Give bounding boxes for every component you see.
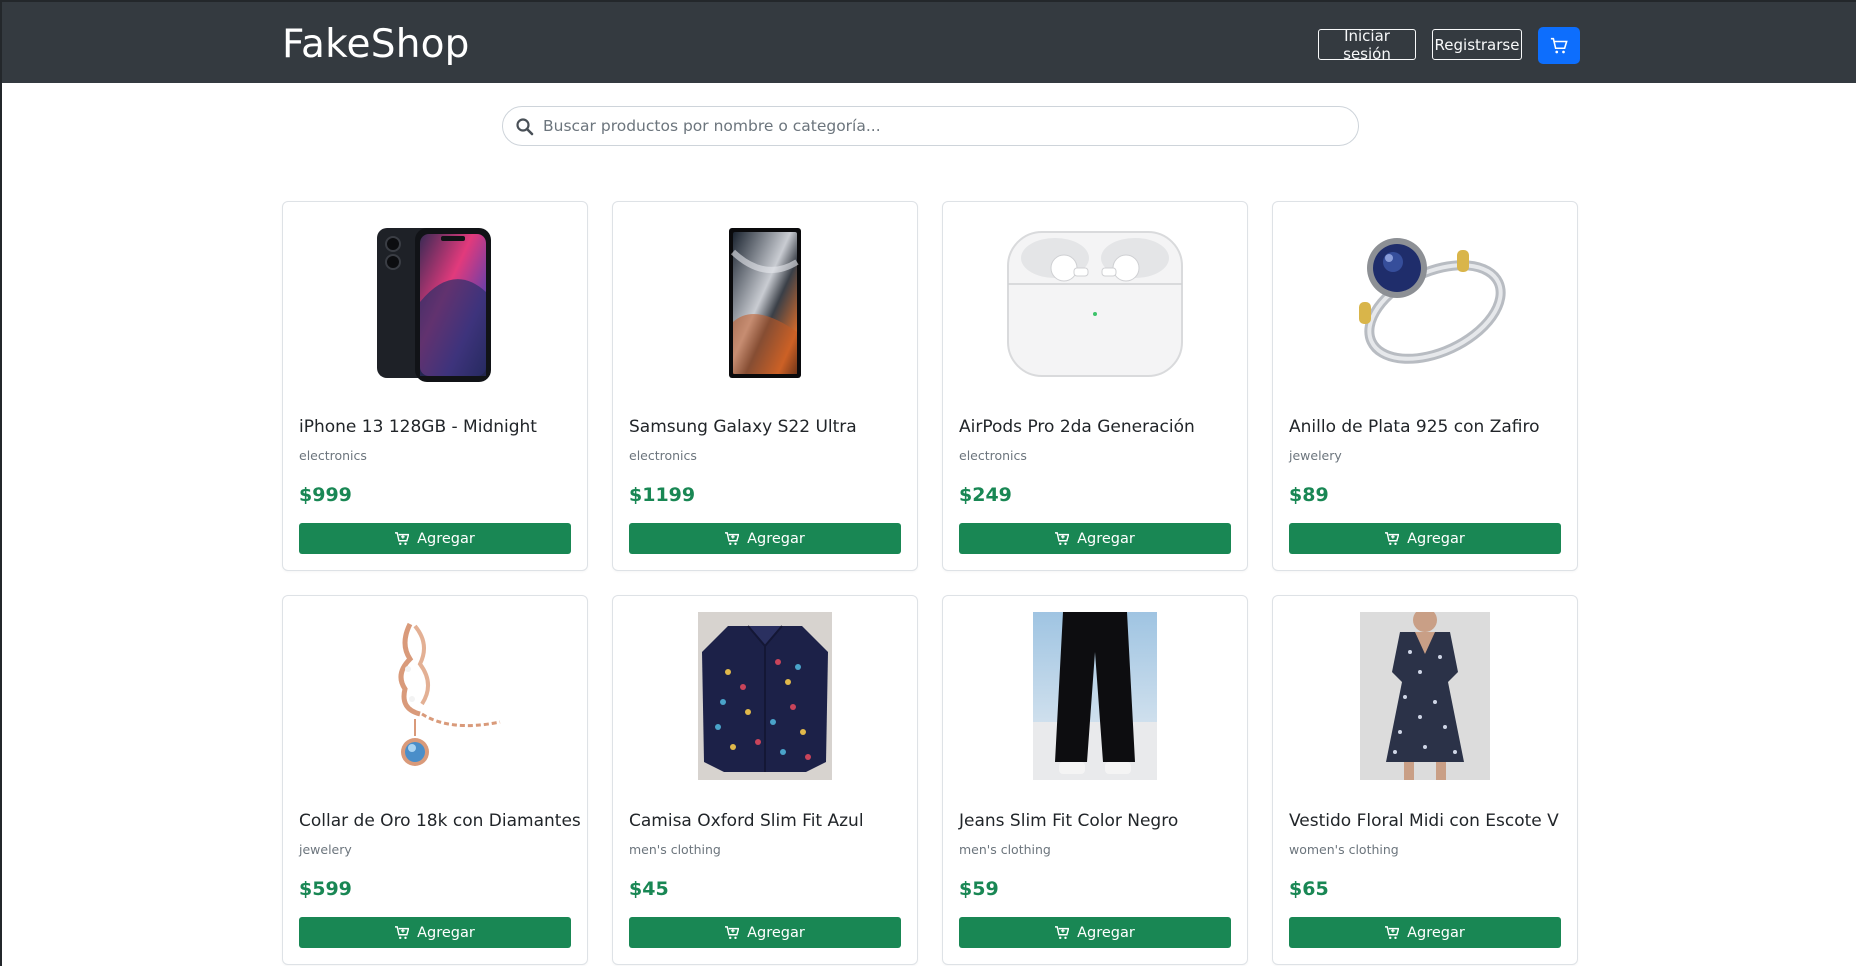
dress-image xyxy=(1360,612,1490,780)
product-image[interactable] xyxy=(299,218,571,386)
product-title[interactable]: Vestido Floral Midi con Escote V xyxy=(1289,811,1559,831)
product-title[interactable]: Anillo de Plata 925 con Zafiro xyxy=(1289,417,1539,437)
product-category: electronics xyxy=(959,448,1027,463)
product-category: men's clothing xyxy=(629,842,721,857)
product-card: Anillo de Plata 925 con Zafiro jewelery … xyxy=(1272,201,1578,571)
product-card: Camisa Oxford Slim Fit Azul men's clothi… xyxy=(612,595,918,965)
cart-add-icon xyxy=(725,925,740,939)
product-card: Vestido Floral Midi con Escote V women's… xyxy=(1272,595,1578,965)
product-image[interactable] xyxy=(959,612,1231,780)
necklace-image xyxy=(398,622,501,766)
brand-logo[interactable]: FakeShop xyxy=(282,22,470,67)
product-image[interactable] xyxy=(959,218,1231,386)
add-to-cart-button[interactable]: Agregar xyxy=(959,523,1231,554)
add-to-cart-button[interactable]: Agregar xyxy=(629,523,901,554)
add-to-cart-button[interactable]: Agregar xyxy=(629,917,901,948)
product-price: $1199 xyxy=(629,484,696,506)
product-card: Samsung Galaxy S22 Ultra electronics $11… xyxy=(612,201,918,571)
product-price: $599 xyxy=(299,878,352,900)
product-title[interactable]: Samsung Galaxy S22 Ultra xyxy=(629,417,857,437)
cart-button[interactable] xyxy=(1538,27,1580,64)
search-icon xyxy=(516,118,534,136)
add-to-cart-button[interactable]: Agregar xyxy=(299,917,571,948)
add-button-label: Agregar xyxy=(1077,924,1135,941)
product-category: jewelery xyxy=(299,842,352,857)
product-card: AirPods Pro 2da Generación electronics $… xyxy=(942,201,1248,571)
login-button[interactable]: Iniciar sesión xyxy=(1318,27,1416,63)
add-button-label: Agregar xyxy=(1077,530,1135,547)
product-image[interactable] xyxy=(1289,612,1561,780)
product-image[interactable] xyxy=(629,218,901,386)
product-image[interactable] xyxy=(1289,218,1561,386)
galaxy-image xyxy=(729,228,801,378)
product-category: electronics xyxy=(299,448,367,463)
product-price: $999 xyxy=(299,484,352,506)
cart-add-icon xyxy=(1385,925,1400,939)
product-title[interactable]: AirPods Pro 2da Generación xyxy=(959,417,1195,437)
product-category: women's clothing xyxy=(1289,842,1399,857)
add-button-label: Agregar xyxy=(417,924,475,941)
add-button-label: Agregar xyxy=(417,530,475,547)
search-input[interactable] xyxy=(543,107,1343,145)
product-category: electronics xyxy=(629,448,697,463)
add-to-cart-button[interactable]: Agregar xyxy=(1289,523,1561,554)
navbar: FakeShop Iniciar sesión Registrarse xyxy=(2,0,1856,83)
product-price: $59 xyxy=(959,878,999,900)
product-card: Jeans Slim Fit Color Negro men's clothin… xyxy=(942,595,1248,965)
add-button-label: Agregar xyxy=(747,924,805,941)
cart-add-icon xyxy=(1055,925,1070,939)
add-button-label: Agregar xyxy=(1407,924,1465,941)
product-title[interactable]: iPhone 13 128GB - Midnight xyxy=(299,417,537,437)
product-title[interactable]: Jeans Slim Fit Color Negro xyxy=(959,811,1178,831)
product-image[interactable] xyxy=(629,612,901,780)
cart-add-icon xyxy=(395,531,410,545)
ring-image xyxy=(1359,238,1506,364)
add-to-cart-button[interactable]: Agregar xyxy=(959,917,1231,948)
product-title[interactable]: Collar de Oro 18k con Diamantes xyxy=(299,811,581,831)
product-price: $89 xyxy=(1289,484,1329,506)
shirt-image xyxy=(698,612,832,780)
product-price: $45 xyxy=(629,878,669,900)
cart-icon xyxy=(1550,37,1568,53)
add-to-cart-button[interactable]: Agregar xyxy=(299,523,571,554)
airpods-image xyxy=(1007,231,1183,377)
product-title[interactable]: Camisa Oxford Slim Fit Azul xyxy=(629,811,864,831)
cart-add-icon xyxy=(395,925,410,939)
product-category: jewelery xyxy=(1289,448,1342,463)
search-bar xyxy=(502,106,1359,146)
add-button-label: Agregar xyxy=(747,530,805,547)
cart-add-icon xyxy=(1055,531,1070,545)
cart-add-icon xyxy=(1385,531,1400,545)
jeans-image xyxy=(1033,612,1157,780)
product-price: $249 xyxy=(959,484,1012,506)
add-button-label: Agregar xyxy=(1407,530,1465,547)
product-card: Collar de Oro 18k con Diamantes jewelery… xyxy=(282,595,588,965)
product-card: iPhone 13 128GB - Midnight electronics $… xyxy=(282,201,588,571)
iphone-image xyxy=(377,228,491,382)
product-image[interactable] xyxy=(299,612,571,780)
product-grid: iPhone 13 128GB - Midnight electronics $… xyxy=(282,201,1579,965)
add-to-cart-button[interactable]: Agregar xyxy=(1289,917,1561,948)
register-button[interactable]: Registrarse xyxy=(1432,29,1522,60)
cart-add-icon xyxy=(725,531,740,545)
product-price: $65 xyxy=(1289,878,1329,900)
product-category: men's clothing xyxy=(959,842,1051,857)
